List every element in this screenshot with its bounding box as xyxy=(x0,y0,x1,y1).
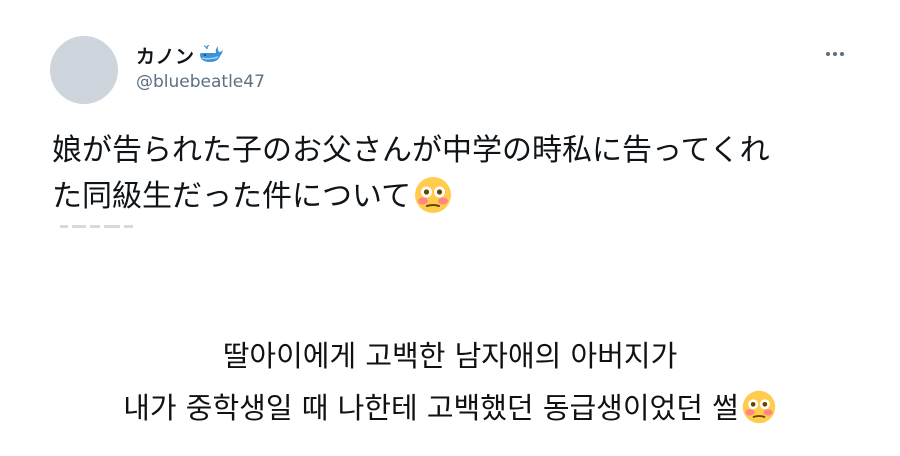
tweet-text: 娘が告られた子のお父さんが中学の時私に告ってくれ た同級生だった件について xyxy=(52,128,842,220)
caption-line-2-text: 내가 중학생일 때 나한테 고백했던 동급생이었던 썰 xyxy=(123,391,739,425)
caption-line-2: 내가 중학생일 때 나한테 고백했던 동급생이었던 썰 xyxy=(0,382,900,434)
user-handle[interactable]: @bluebeatle47 xyxy=(136,72,265,92)
author-name-row: カノン xyxy=(136,40,224,70)
flushed-face-icon xyxy=(413,175,453,215)
faded-text-remnant xyxy=(60,222,150,232)
avatar[interactable] xyxy=(50,36,118,104)
more-dot-icon xyxy=(840,52,844,56)
more-options-button[interactable] xyxy=(820,44,850,64)
whale-icon xyxy=(198,44,224,65)
display-name[interactable]: カノン xyxy=(136,42,195,69)
more-dot-icon xyxy=(833,52,837,56)
page: カノン @bluebeatle47 娘が告られた子のお父さんが中学の時私に告って… xyxy=(0,0,900,456)
tweet-text-line-2: た同級生だった件について xyxy=(52,174,842,220)
tweet-card: カノン @bluebeatle47 娘が告られた子のお父さんが中学の時私に告って… xyxy=(0,0,900,240)
tweet-text-line-2-text: た同級生だった件について xyxy=(52,179,412,214)
more-dot-icon xyxy=(826,52,830,56)
flushed-face-icon xyxy=(741,389,777,425)
translation-caption: 딸아이에게 고백한 남자애의 아버지가 내가 중학생일 때 나한테 고백했던 동… xyxy=(0,330,900,434)
tweet-text-line-1: 娘が告られた子のお父さんが中学の時私に告ってくれ xyxy=(52,133,770,168)
caption-line-1: 딸아이에게 고백한 남자애의 아버지가 xyxy=(222,339,678,373)
